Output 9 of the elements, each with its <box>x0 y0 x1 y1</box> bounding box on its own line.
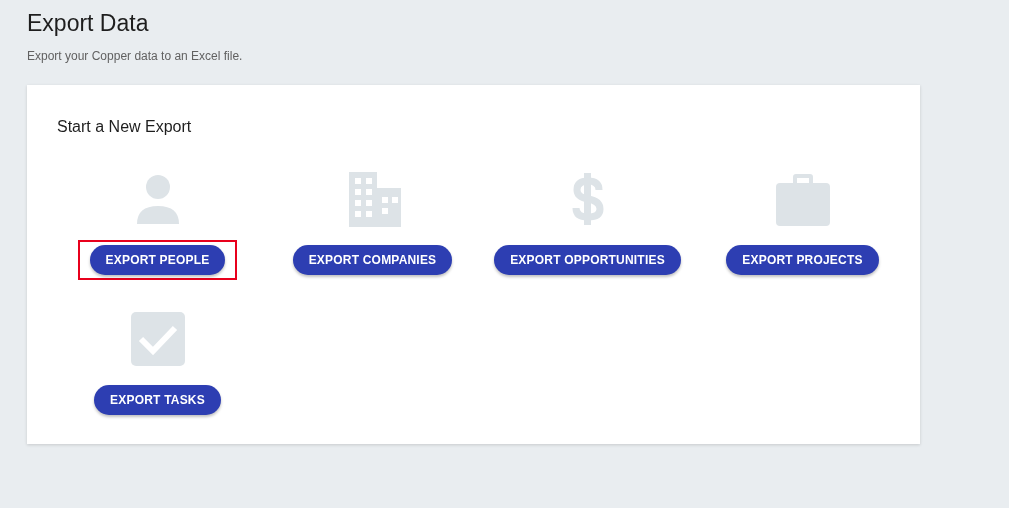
export-button[interactable]: EXPORT COMPANIES <box>292 245 453 275</box>
export-button[interactable]: EXPORT TASKS <box>94 385 221 415</box>
checkbox-icon <box>128 310 187 368</box>
export-button[interactable]: EXPORT PEOPLE <box>89 245 226 275</box>
export-button[interactable]: EXPORT PROJECTS <box>726 245 879 275</box>
page-title: Export Data <box>27 9 150 38</box>
section-heading: Start a New Export <box>57 117 193 137</box>
page-subtitle: Export your Copper data to an Excel file. <box>27 48 244 65</box>
export-button[interactable]: EXPORT OPPORTUNITIES <box>494 245 681 275</box>
